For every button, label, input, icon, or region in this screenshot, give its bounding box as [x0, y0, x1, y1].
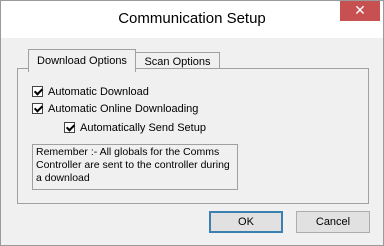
close-button[interactable]: ✕: [340, 1, 380, 21]
title-bar[interactable]: Communication Setup ✕: [1, 1, 383, 38]
reminder-note: Remember :- All globals for the Comms Co…: [32, 144, 238, 190]
automatically-send-setup-label: Automatically Send Setup: [80, 122, 206, 134]
dialog-title: Communication Setup: [118, 10, 266, 27]
automatic-online-downloading-row[interactable]: Automatic Online Downloading: [32, 102, 198, 116]
ok-button[interactable]: OK: [209, 211, 283, 233]
automatic-online-downloading-checkbox[interactable]: [32, 103, 43, 114]
automatic-download-row[interactable]: Automatic Download: [32, 85, 149, 99]
automatic-download-label: Automatic Download: [48, 86, 149, 98]
tab-download-options[interactable]: Download Options: [28, 49, 136, 72]
communication-setup-dialog: Communication Setup ✕ Download Options S…: [0, 0, 384, 246]
automatic-download-checkbox[interactable]: [32, 86, 43, 97]
close-icon: ✕: [354, 3, 366, 19]
cancel-button[interactable]: Cancel: [296, 211, 370, 233]
automatically-send-setup-checkbox[interactable]: [64, 122, 75, 133]
automatic-online-downloading-label: Automatic Online Downloading: [48, 103, 199, 115]
automatically-send-setup-row[interactable]: Automatically Send Setup: [64, 121, 206, 135]
